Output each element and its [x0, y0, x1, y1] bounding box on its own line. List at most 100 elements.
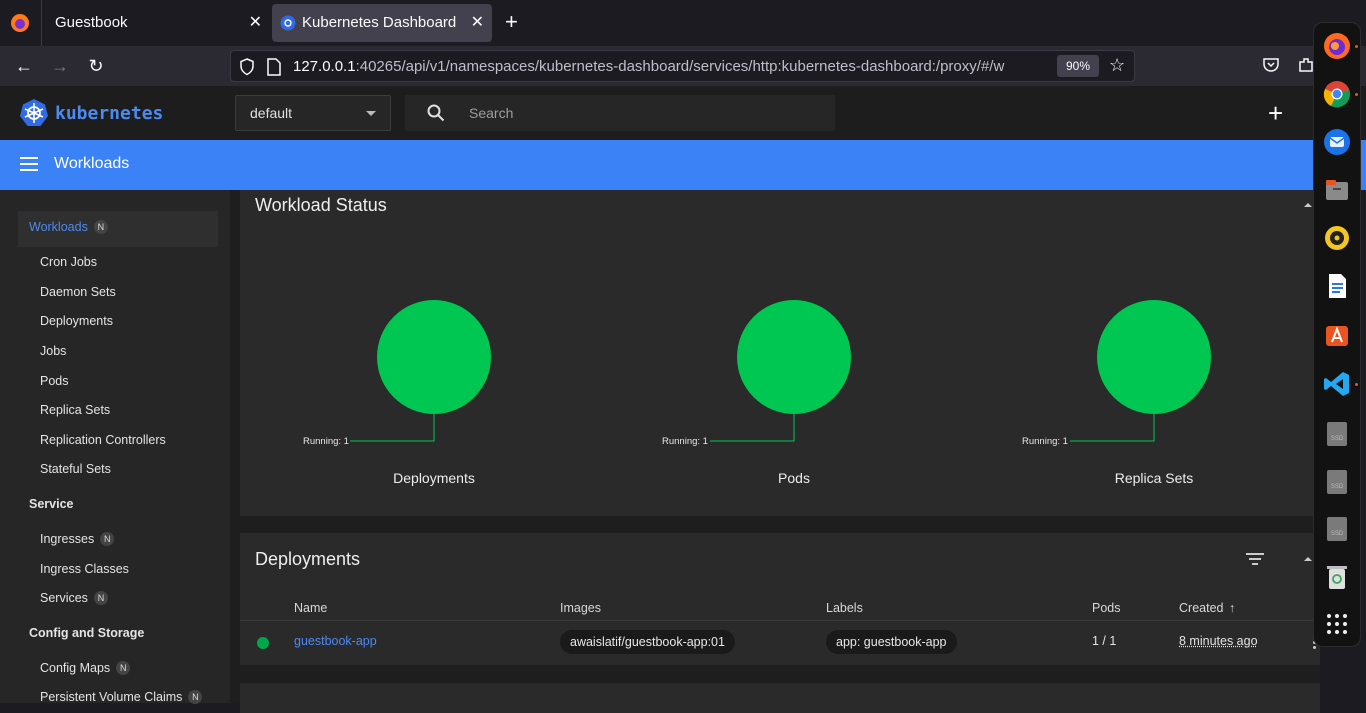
search-icon [427, 104, 445, 122]
column-header-name[interactable]: Name [294, 601, 327, 615]
status-ok-icon [257, 637, 269, 649]
url-text[interactable]: 127.0.0.1:40265/api/v1/namespaces/kubern… [293, 58, 1053, 75]
sidebar-item-ingress-classes[interactable]: Ingress Classes [40, 562, 129, 576]
svg-text:SSD: SSD [1331, 531, 1344, 537]
deployments-card [240, 533, 1320, 665]
card-title: Deployments [255, 549, 361, 569]
ssd-drive-icon[interactable]: SSD [1323, 420, 1351, 448]
sidebar-item-workloads[interactable]: Workloads N [29, 220, 108, 234]
sidebar-heading-config-and-storage[interactable]: Config and Storage [29, 626, 144, 640]
firefox-menu-icon[interactable] [10, 13, 30, 33]
forward-button[interactable]: → [48, 54, 72, 78]
writer-icon[interactable] [1323, 272, 1351, 300]
running-label: Running: 1 [662, 436, 708, 447]
running-indicator [1355, 45, 1358, 48]
deployment-name-link[interactable]: guestbook-app [294, 634, 377, 648]
svg-text:SSD: SSD [1331, 484, 1344, 490]
sidebar-item-config-maps[interactable]: Config Maps N [40, 661, 131, 675]
sidebar-item-pods[interactable]: Pods [40, 374, 69, 388]
running-indicator [1355, 383, 1358, 386]
created-time: 8 minutes ago [1179, 634, 1258, 648]
running-indicator [1355, 93, 1358, 96]
new-badge: N [100, 532, 115, 546]
rhythmbox-icon[interactable] [1323, 224, 1351, 252]
url-path: :40265/api/v1/namespaces/kubernetes-dash… [355, 58, 1005, 75]
back-button[interactable]: ← [12, 54, 36, 78]
pods-count: 1 / 1 [1092, 634, 1117, 648]
leader-line [350, 414, 435, 442]
sidebar-item-stateful-sets[interactable]: Stateful Sets [40, 462, 111, 476]
vscode-icon[interactable] [1323, 370, 1351, 398]
new-tab-button[interactable]: + [505, 11, 518, 33]
trash-icon[interactable] [1323, 563, 1351, 591]
new-badge: N [116, 661, 131, 675]
namespace-select[interactable]: default [235, 95, 391, 131]
pie-chart-replica-sets[interactable] [1070, 300, 1211, 442]
sort-arrow-up-icon: ↑ [1228, 601, 1236, 615]
column-header-created[interactable]: Created ↑ [1179, 601, 1235, 615]
page-icon[interactable] [267, 58, 281, 76]
page-toolbar: Workloads [0, 140, 1366, 190]
collapse-icon[interactable] [1304, 557, 1312, 561]
sidebar-item-replica-sets[interactable]: Replica Sets [40, 403, 110, 417]
collapse-icon[interactable] [1304, 203, 1312, 207]
pie-slice-running [1097, 300, 1211, 414]
browser-nav-bar: ← → ↻ 127.0.0.1:40265/api/v1/namespaces/… [0, 46, 1366, 86]
menu-icon[interactable] [20, 157, 38, 171]
search-input[interactable] [469, 103, 809, 123]
pocket-icon[interactable] [1262, 56, 1280, 74]
close-icon[interactable]: ✕ [471, 4, 484, 42]
kubernetes-favicon-icon [280, 15, 296, 31]
tab-kubernetes-dashboard[interactable]: Kubernetes Dashboard ✕ [272, 4, 492, 42]
firefox-icon[interactable] [1323, 32, 1351, 60]
url-bar[interactable]: 127.0.0.1:40265/api/v1/namespaces/kubern… [230, 50, 1135, 82]
tab-title: Kubernetes Dashboard [302, 14, 457, 31]
sidebar-item-cron-jobs[interactable]: Cron Jobs [40, 255, 97, 269]
sidebar-item-ingresses[interactable]: Ingresses N [40, 532, 115, 546]
column-header-images: Images [560, 601, 601, 615]
pods-card [240, 683, 1320, 713]
page-title: Workloads [54, 155, 130, 172]
filter-icon[interactable] [1246, 552, 1264, 566]
create-resource-button[interactable]: + [1268, 100, 1283, 126]
bookmark-star-icon[interactable]: ☆ [1109, 55, 1125, 76]
sidebar-item-replication-controllers[interactable]: Replication Controllers [40, 433, 166, 447]
leader-line [1070, 414, 1155, 442]
sidebar-item-label: Workloads [29, 220, 88, 234]
chrome-icon[interactable] [1323, 80, 1351, 108]
sidebar-item-label: Ingresses [40, 532, 95, 546]
namespace-value: default [250, 105, 293, 121]
files-icon[interactable] [1323, 176, 1351, 204]
running-label: Running: 1 [303, 436, 349, 447]
pie-chart-deployments[interactable] [350, 300, 491, 442]
sidebar-item-services[interactable]: Services N [40, 591, 108, 605]
sidebar-item-jobs[interactable]: Jobs [40, 344, 66, 358]
pie-slice-running [737, 300, 851, 414]
shield-icon[interactable] [239, 58, 255, 76]
search-box[interactable] [405, 95, 835, 131]
sidebar-item-daemon-sets[interactable]: Daemon Sets [40, 285, 116, 299]
close-icon[interactable]: ✕ [249, 4, 262, 42]
tab-guestbook[interactable]: Guestbook ✕ [42, 4, 270, 42]
image-chip: awaislatif/guestbook-app:01 [560, 630, 735, 654]
pie-chart-pods[interactable] [710, 300, 851, 442]
column-header-pods: Pods [1092, 601, 1121, 615]
sidebar-heading-service[interactable]: Service [29, 497, 73, 511]
ssd-drive-icon[interactable]: SSD [1323, 468, 1351, 496]
reload-button[interactable]: ↻ [84, 54, 108, 78]
row-divider [240, 620, 1320, 621]
browser-tab-bar: Guestbook ✕ Kubernetes Dashboard ✕ + [0, 0, 1366, 46]
thunderbird-icon[interactable] [1323, 128, 1351, 156]
ssd-drive-icon[interactable]: SSD [1323, 515, 1351, 543]
app-grid-icon[interactable] [1323, 610, 1351, 638]
column-header-labels: Labels [826, 601, 863, 615]
sidebar-item-deployments[interactable]: Deployments [40, 314, 113, 328]
sidebar-item-persistent-volume-claims[interactable]: Persistent Volume Claims N [40, 690, 203, 704]
new-badge: N [188, 690, 203, 704]
card-title: Workload Status [255, 195, 387, 215]
workload-status-charts [350, 300, 1211, 442]
app-center-icon[interactable] [1323, 320, 1351, 348]
chart-label-replica-sets: Replica Sets [1114, 470, 1194, 486]
chart-label-deployments: Deployments [393, 470, 475, 486]
zoom-level-badge[interactable]: 90% [1057, 55, 1099, 77]
